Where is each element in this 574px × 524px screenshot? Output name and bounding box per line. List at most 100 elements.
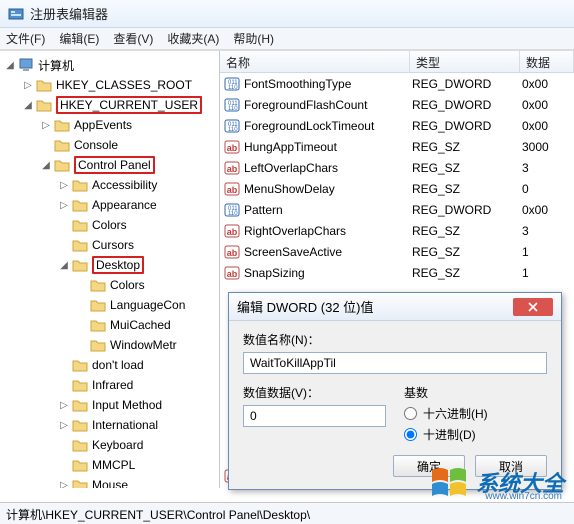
menu-edit[interactable]: 编辑(E)	[59, 30, 99, 47]
tree-item-keyboard[interactable]: Keyboard	[0, 435, 219, 455]
list-body[interactable]: 011110FontSmoothingTypeREG_DWORD0x000111…	[220, 73, 574, 283]
tree-label: AppEvents	[74, 118, 132, 132]
dword-value-icon: 011110	[224, 118, 240, 134]
svg-text:110: 110	[228, 127, 238, 133]
tree-item-cursors[interactable]: Cursors	[0, 235, 219, 255]
tree-item-hkcr[interactable]: ▷HKEY_CLASSES_ROOT	[0, 75, 219, 95]
value-data: 3	[522, 224, 574, 238]
folder-icon	[54, 138, 70, 152]
value-name: ScreenSaveActive	[244, 245, 412, 259]
col-header-data[interactable]: 数据	[520, 51, 574, 72]
tree-item-control_panel[interactable]: ◢Control Panel	[0, 155, 219, 175]
expander-icon[interactable]: ◢	[22, 100, 34, 111]
list-row[interactable]: 011110PatternREG_DWORD0x00	[220, 199, 574, 220]
edit-dword-dialog: 编辑 DWORD (32 位)值 数值名称(N)： 数值数据(V)： 基数 十六…	[228, 292, 562, 490]
tree-item-windowmetr[interactable]: WindowMetr	[0, 335, 219, 355]
svg-text:ab: ab	[227, 227, 238, 237]
folder-icon	[54, 118, 70, 132]
tree-item-mmcpl[interactable]: MMCPL	[0, 455, 219, 475]
value-data: 1	[522, 245, 574, 259]
radio-hex-input[interactable]	[404, 407, 417, 420]
folder-icon	[72, 378, 88, 392]
tree-item-mouse[interactable]: ▷ Mouse	[0, 475, 219, 488]
expander-icon[interactable]: ▷	[58, 180, 70, 191]
tree-item-console[interactable]: Console	[0, 135, 219, 155]
folder-icon	[72, 178, 88, 192]
status-path: 计算机\HKEY_CURRENT_USER\Control Panel\Desk…	[6, 508, 310, 522]
tree-label: Mouse	[92, 478, 128, 488]
tree-item-international[interactable]: ▷International	[0, 415, 219, 435]
value-data: 0	[522, 182, 574, 196]
radio-dec[interactable]: 十进制(D)	[404, 426, 547, 443]
tree-item-accessibility[interactable]: ▷Accessibility	[0, 175, 219, 195]
tree-item-colors[interactable]: Colors	[0, 215, 219, 235]
menu-view[interactable]: 查看(V)	[113, 30, 153, 47]
tree-label: Appearance	[92, 198, 157, 212]
expander-icon[interactable]: ◢	[4, 60, 16, 71]
tree-label: Colors	[110, 278, 145, 292]
col-header-name[interactable]: 名称	[220, 51, 410, 72]
tree-item-languagecon[interactable]: LanguageCon	[0, 295, 219, 315]
list-row[interactable]: abHungAppTimeoutREG_SZ3000	[220, 136, 574, 157]
tree-pane[interactable]: ◢ 计算机▷HKEY_CLASSES_ROOT◢HKEY_CURRENT_USER…	[0, 51, 220, 488]
list-row[interactable]: 011110FontSmoothingTypeREG_DWORD0x00	[220, 73, 574, 94]
list-row[interactable]: abScreenSaveActiveREG_SZ1	[220, 241, 574, 262]
expander-icon[interactable]: ▷	[58, 200, 70, 211]
menu-help[interactable]: 帮助(H)	[233, 30, 274, 47]
list-row[interactable]: abSnapSizingREG_SZ1	[220, 262, 574, 283]
watermark-url: www.win7cn.com	[485, 491, 562, 502]
svg-text:ab: ab	[227, 269, 238, 279]
expander-icon[interactable]: ▷	[58, 480, 70, 489]
string-value-icon: ab	[224, 181, 240, 197]
menu-file[interactable]: 文件(F)	[6, 30, 45, 47]
cancel-button[interactable]: 取消	[475, 455, 547, 477]
string-value-icon: ab	[224, 139, 240, 155]
tree-item-desktop_colors[interactable]: Colors	[0, 275, 219, 295]
string-value-icon: ab	[224, 265, 240, 281]
dialog-close-button[interactable]	[513, 298, 553, 316]
expander-icon[interactable]: ▷	[40, 120, 52, 131]
value-data-input[interactable]	[243, 405, 386, 427]
expander-icon[interactable]: ▷	[22, 80, 34, 91]
tree-label: WindowMetr	[110, 338, 177, 352]
tree-label: LanguageCon	[110, 298, 185, 312]
tree-label: 计算机	[38, 57, 74, 74]
value-name-input[interactable]	[243, 352, 547, 374]
folder-icon	[72, 218, 88, 232]
menu-favorites[interactable]: 收藏夹(A)	[167, 30, 219, 47]
tree-label: Input Method	[92, 398, 162, 412]
tree-item-muicached[interactable]: MuiCached	[0, 315, 219, 335]
svg-text:ab: ab	[227, 143, 238, 153]
col-header-type[interactable]: 类型	[410, 51, 520, 72]
value-data: 0x00	[522, 77, 574, 91]
list-row[interactable]: abLeftOverlapCharsREG_SZ3	[220, 157, 574, 178]
tree-item-appevents[interactable]: ▷ AppEvents	[0, 115, 219, 135]
value-type: REG_DWORD	[412, 77, 522, 91]
value-data: 0x00	[522, 203, 574, 217]
tree-item-dont_load[interactable]: don't load	[0, 355, 219, 375]
tree-item-root[interactable]: ◢ 计算机	[0, 55, 219, 75]
tree-item-appearance[interactable]: ▷ Appearance	[0, 195, 219, 215]
folder-icon	[72, 438, 88, 452]
list-header: 名称 类型 数据	[220, 51, 574, 73]
ok-button[interactable]: 确定	[393, 455, 465, 477]
tree-item-hkcu[interactable]: ◢HKEY_CURRENT_USER	[0, 95, 219, 115]
radio-hex[interactable]: 十六进制(H)	[404, 405, 547, 422]
expander-icon[interactable]: ▷	[58, 400, 70, 411]
list-row[interactable]: abRightOverlapCharsREG_SZ3	[220, 220, 574, 241]
value-data: 3	[522, 161, 574, 175]
list-row[interactable]: abMenuShowDelayREG_SZ0	[220, 178, 574, 199]
tree-item-desktop[interactable]: ◢Desktop	[0, 255, 219, 275]
value-name: ForegroundLockTimeout	[244, 119, 412, 133]
value-type: REG_SZ	[412, 224, 522, 238]
expander-icon[interactable]: ◢	[58, 260, 70, 271]
dialog-titlebar[interactable]: 编辑 DWORD (32 位)值	[229, 293, 561, 321]
value-type: REG_DWORD	[412, 98, 522, 112]
tree-item-input_method[interactable]: ▷ Input Method	[0, 395, 219, 415]
list-row[interactable]: 011110ForegroundLockTimeoutREG_DWORD0x00	[220, 115, 574, 136]
expander-icon[interactable]: ▷	[58, 420, 70, 431]
list-row[interactable]: 011110ForegroundFlashCountREG_DWORD0x00	[220, 94, 574, 115]
radio-dec-input[interactable]	[404, 428, 417, 441]
tree-item-infrared[interactable]: Infrared	[0, 375, 219, 395]
expander-icon[interactable]: ◢	[40, 160, 52, 171]
